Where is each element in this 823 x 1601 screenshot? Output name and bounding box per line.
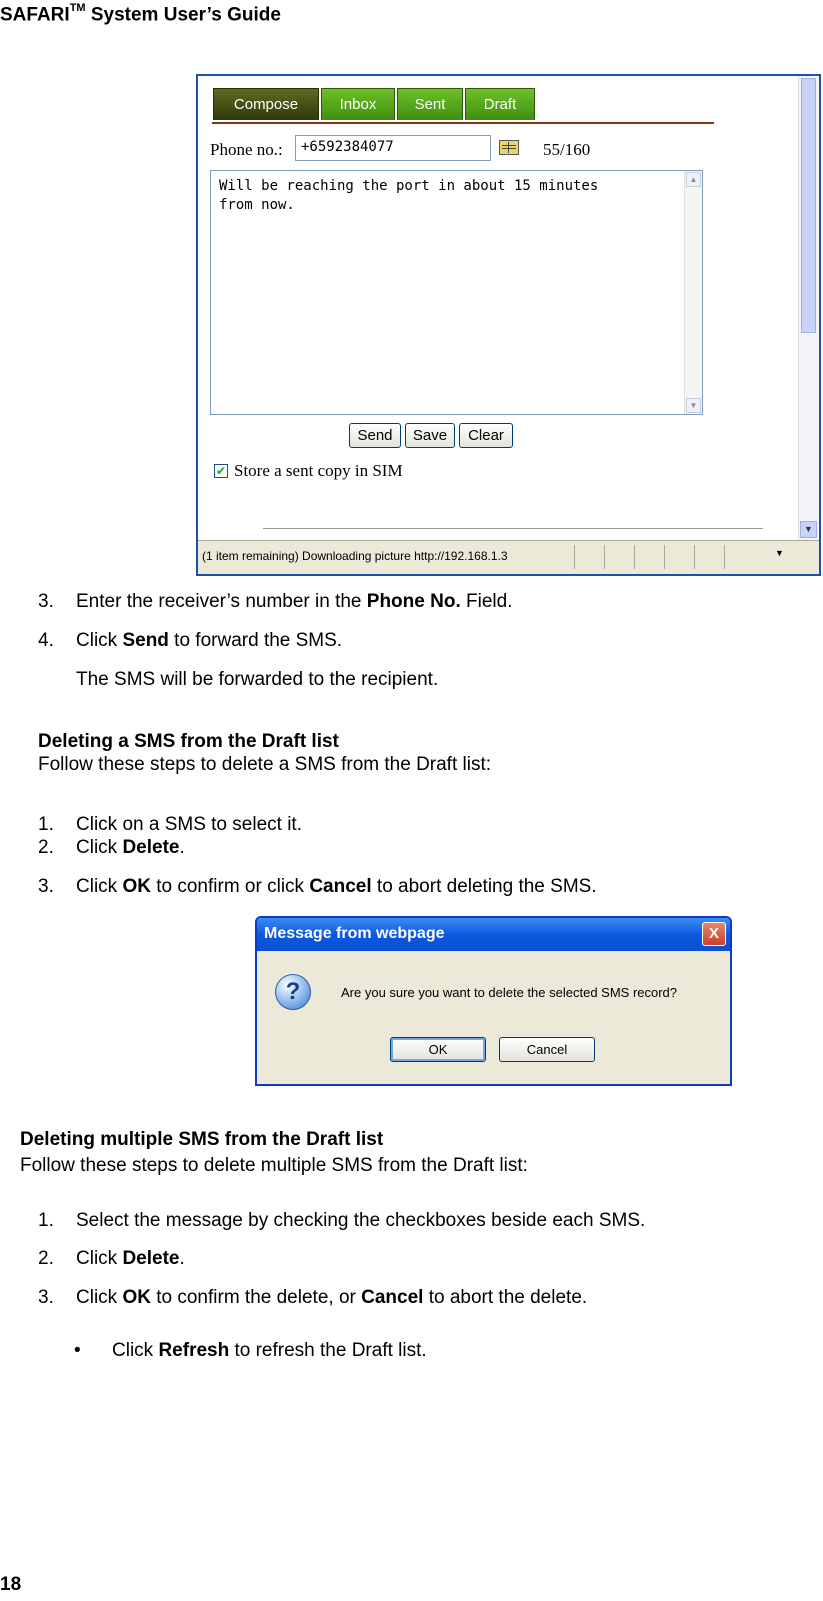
save-button[interactable]: Save [405, 423, 455, 448]
confirm-dialog: Message from webpage X ? Are you sure yo… [255, 916, 732, 1086]
section-heading-delete-sms: Deleting a SMS from the Draft list [38, 731, 339, 752]
multi-step-3: 3. Click OK to confirm the delete, or Can… [38, 1287, 588, 1308]
section-heading-delete-multiple: Deleting multiple SMS from the Draft lis… [20, 1129, 384, 1150]
store-copy-checkbox[interactable]: ✔ [214, 464, 228, 478]
header-title: SAFARI [0, 4, 70, 26]
refresh-bullet: • Click Refresh to refresh the Draft list… [74, 1340, 427, 1361]
dialog-titlebar: Message from webpage X [257, 918, 730, 951]
section-intro-delete-multiple: Follow these steps to delete multiple SM… [20, 1155, 528, 1176]
tab-compose[interactable]: Compose [213, 88, 319, 120]
dialog-title: Message from webpage [264, 925, 445, 942]
step-3-enter-number: 3. Enter the receiver’s number in the Pho… [38, 591, 513, 612]
clear-button[interactable]: Clear [459, 423, 513, 448]
document-header: SAFARITM System User’s Guide [0, 2, 281, 26]
cancel-button[interactable]: Cancel [499, 1037, 595, 1062]
window-scrollbar[interactable]: ▼ [798, 76, 819, 540]
page-number: 18 [0, 1574, 22, 1595]
phonebook-icon[interactable] [499, 140, 519, 155]
send-button[interactable]: Send [349, 423, 401, 448]
bullet-icon: • [74, 1340, 81, 1361]
scroll-down-icon[interactable]: ▼ [686, 398, 701, 413]
status-divider [724, 545, 725, 569]
tab-inbox[interactable]: Inbox [321, 88, 395, 120]
phone-label: Phone no.: [210, 140, 283, 159]
tab-draft[interactable]: Draft [465, 88, 535, 120]
multi-step-1: 1. Select the message by checking the che… [38, 1210, 646, 1231]
status-bar: (1 item remaining) Downloading picture h… [198, 540, 819, 574]
sms-tabs: Compose Inbox Sent Draft [213, 88, 537, 122]
compose-screenshot: Compose Inbox Sent Draft Phone no.: +659… [196, 74, 821, 576]
status-text: (1 item remaining) Downloading picture h… [202, 549, 508, 563]
textarea-scrollbar[interactable]: ▲ ▼ [684, 171, 702, 414]
status-divider [634, 545, 635, 569]
status-divider [574, 545, 575, 569]
forward-note: The SMS will be forwarded to the recipie… [76, 669, 439, 690]
delete-step-1: 1. Click on a SMS to select it. [38, 814, 302, 835]
delete-step-2: 2. Click Delete. [38, 837, 185, 858]
close-icon[interactable]: X [702, 922, 726, 946]
multi-step-2: 2. Click Delete. [38, 1248, 185, 1269]
store-copy-label: Store a sent copy in SIM [234, 461, 403, 480]
message-text: Will be reaching the port in about 15 mi… [219, 178, 599, 213]
tab-sent[interactable]: Sent [397, 88, 463, 120]
phone-input[interactable]: +6592384077 [295, 135, 491, 161]
delete-step-3: 3. Click OK to confirm or click Cancel to… [38, 876, 597, 897]
status-divider [694, 545, 695, 569]
message-textarea[interactable]: Will be reaching the port in about 15 mi… [210, 170, 703, 415]
status-divider [604, 545, 605, 569]
scroll-up-icon[interactable]: ▲ [686, 172, 701, 187]
step-4-click-send: 4. Click Send to forward the SMS. [38, 630, 343, 651]
header-subtitle: System User’s Guide [85, 4, 281, 26]
character-counter: 55/160 [543, 140, 591, 159]
dialog-message: Are you sure you want to delete the sele… [341, 985, 678, 1000]
header-trademark: TM [69, 2, 86, 14]
scroll-thumb[interactable] [801, 78, 816, 333]
question-icon: ? [275, 974, 311, 1010]
section-intro-delete-sms: Follow these steps to delete a SMS from … [38, 754, 492, 775]
tab-divider [212, 122, 714, 124]
status-divider [664, 545, 665, 569]
ok-button[interactable]: OK [390, 1037, 486, 1062]
scroll-down-icon[interactable]: ▼ [800, 521, 817, 538]
zone-dropdown-icon[interactable]: ▼ [775, 548, 784, 558]
divider [263, 528, 763, 529]
